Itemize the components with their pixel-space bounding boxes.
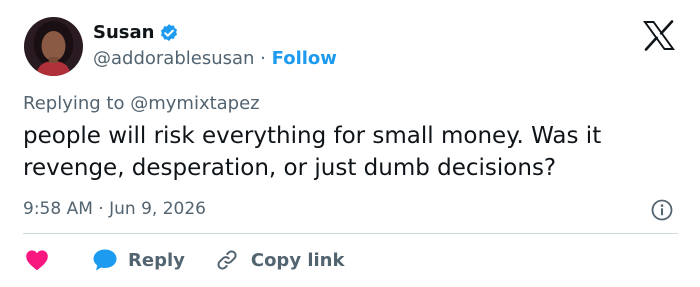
follow-button[interactable]: Follow (272, 48, 337, 69)
replying-to-prefix: Replying to (23, 93, 125, 114)
copy-link-label: Copy link (250, 249, 345, 271)
divider (23, 233, 678, 234)
tweet-time: 9:58 AM (23, 199, 93, 219)
author-name[interactable]: Susan (93, 21, 154, 45)
author-handle-row: @addorablesusan · Follow (93, 47, 337, 71)
heart-icon[interactable] (25, 249, 49, 271)
timestamp-separator: · (98, 199, 104, 219)
reply-label: Reply (128, 249, 185, 271)
replying-to-line: Replying to @mymixtapez (23, 92, 260, 116)
avatar[interactable] (24, 17, 83, 76)
x-logo-icon[interactable] (642, 20, 676, 51)
reply-bubble-icon (92, 248, 118, 272)
reply-button[interactable]: Reply (92, 248, 185, 272)
handle-separator: · (260, 48, 266, 69)
profile-photo-icon (24, 17, 83, 76)
author-name-row: Susan (93, 21, 179, 45)
copy-link-button[interactable]: Copy link (215, 248, 345, 272)
tweet-text: people will risk everything for small mo… (23, 123, 602, 181)
author-handle[interactable]: @addorablesusan (93, 48, 254, 69)
tweet-timestamp[interactable]: 9:58 AM · Jun 9, 2026 (23, 197, 206, 221)
tweet-date: Jun 9, 2026 (109, 199, 206, 219)
link-icon (215, 248, 239, 272)
verified-badge-icon (159, 23, 179, 43)
info-icon[interactable] (650, 198, 674, 222)
replying-to-handle[interactable]: @mymixtapez (130, 93, 259, 114)
action-bar: Reply Copy link (25, 245, 344, 275)
